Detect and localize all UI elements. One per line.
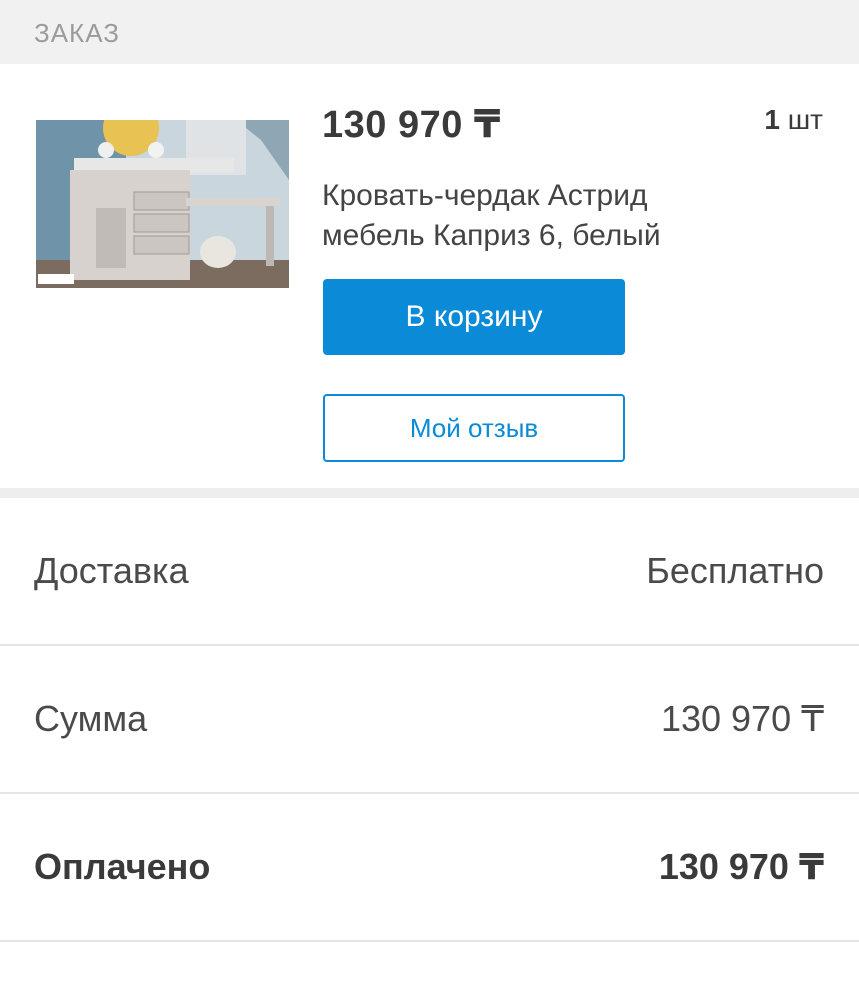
product-quantity: 1 шт — [764, 104, 823, 136]
sum-value: 130 970 ₸ — [660, 698, 824, 739]
delivery-row: Доставка Бесплатно — [0, 498, 859, 646]
product-name[interactable]: Кровать-чердак Астрид мебель Каприз 6, б… — [322, 176, 742, 256]
sum-label: Сумма — [34, 698, 148, 739]
paid-row: Оплачено 130 970 ₸ — [0, 794, 859, 942]
section-divider — [0, 488, 859, 498]
add-to-cart-button[interactable]: В корзину — [323, 279, 625, 355]
my-review-button[interactable]: Мой отзыв — [323, 394, 625, 462]
quantity-unit: шт — [787, 104, 823, 135]
paid-label: Оплачено — [34, 846, 211, 887]
delivery-value: Бесплатно — [646, 550, 824, 591]
sum-row: Сумма 130 970 ₸ — [0, 646, 859, 794]
paid-value: 130 970 ₸ — [658, 846, 824, 887]
product-price: 130 970 ₸ — [322, 104, 501, 146]
delivery-label: Доставка — [34, 550, 189, 591]
quantity-number: 1 — [764, 104, 780, 135]
product-card: 130 970 ₸ 1 шт Кровать-чердак Астрид меб… — [0, 64, 859, 488]
order-section-header: ЗАКАЗ — [0, 0, 859, 64]
order-section-title: ЗАКАЗ — [34, 18, 120, 48]
product-image[interactable] — [36, 120, 289, 288]
